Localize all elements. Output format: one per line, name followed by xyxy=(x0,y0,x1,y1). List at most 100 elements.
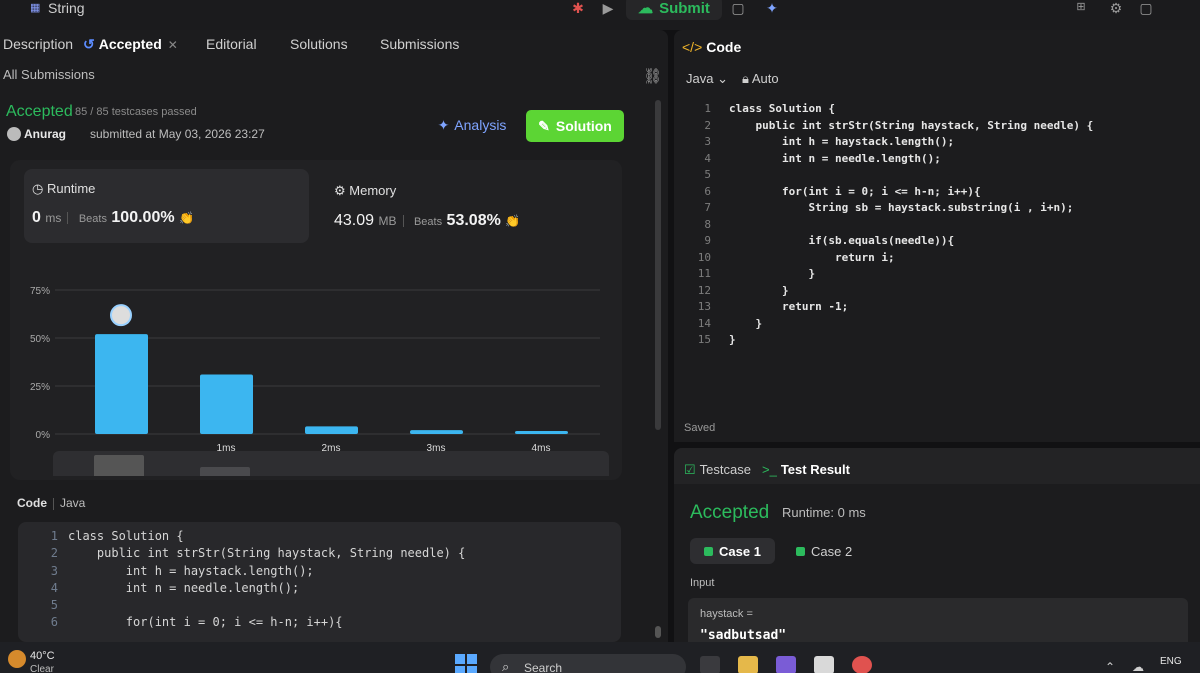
code-text: class Solution { xyxy=(729,102,835,115)
editor-line[interactable]: 14 } xyxy=(674,317,1200,334)
ai-sparkle-icon[interactable]: ✦ xyxy=(761,0,783,18)
submit-button[interactable]: ☁ Submit xyxy=(626,0,722,20)
input-var-value[interactable]: "sadbutsad" xyxy=(700,628,786,642)
language-select[interactable]: Java ⌄ xyxy=(686,71,728,87)
line-number: 6 xyxy=(704,184,711,198)
submitter-name[interactable]: Anurag xyxy=(24,127,66,141)
chrome-icon[interactable] xyxy=(852,656,872,673)
code-text: for(int i = 0; i <= h-n; i++){ xyxy=(68,615,343,630)
memory-card[interactable]: ⚙ Memory 43.09 MB Beats 53.08% 👏 xyxy=(320,169,610,243)
line-number: 10 xyxy=(697,250,711,264)
mini-chart-bar xyxy=(200,467,250,476)
code-line: 4 int n = needle.length(); xyxy=(18,581,621,598)
language-indicator[interactable]: ENG xyxy=(1160,656,1182,667)
input-box: haystack = "sadbutsad" xyxy=(688,598,1188,642)
line-number: 1 xyxy=(50,529,58,543)
weather-icon[interactable] xyxy=(8,650,26,668)
chart-bar[interactable] xyxy=(95,334,148,434)
profile-icon[interactable]: ▢ xyxy=(1135,0,1157,18)
all-submissions-link[interactable]: All Submissions xyxy=(3,67,95,82)
code-editor[interactable]: 1 class Solution { 2 public int strStr(Str… xyxy=(674,102,1200,362)
divider xyxy=(53,497,54,510)
grid-icon[interactable]: ▦ xyxy=(30,1,40,14)
editor-line[interactable]: 10 return i; xyxy=(674,251,1200,268)
windows-start-icon[interactable] xyxy=(455,654,477,673)
chart-bar[interactable] xyxy=(305,426,358,434)
runtime-label-text: Runtime xyxy=(46,181,96,196)
tab-test-result[interactable]: >_ Test Result xyxy=(762,462,850,477)
editor-line[interactable]: 9 if(sb.equals(needle)){ xyxy=(674,234,1200,251)
notes-icon[interactable]: ▢ xyxy=(727,0,749,18)
task-view-icon[interactable] xyxy=(700,656,720,673)
tab-description[interactable]: Description xyxy=(3,36,73,52)
tab-editorial[interactable]: Editorial xyxy=(206,36,257,52)
editor-line[interactable]: 12 } xyxy=(674,284,1200,301)
scrollbar[interactable] xyxy=(655,100,661,430)
line-number: 1 xyxy=(704,102,711,115)
solution-label: Solution xyxy=(555,118,612,134)
line-number: 4 xyxy=(50,580,58,595)
line-number: 13 xyxy=(697,300,711,313)
file-explorer-icon[interactable] xyxy=(738,656,758,673)
runtime-value: 0 xyxy=(32,209,41,226)
close-icon[interactable]: ✕ xyxy=(168,38,178,52)
submitted-time: submitted at May 03, 2026 23:27 xyxy=(90,127,265,141)
editor-line[interactable]: 11 } xyxy=(674,267,1200,284)
editor-line[interactable]: 5 xyxy=(674,168,1200,185)
code-text: for(int i = 0; i <= h-n; i++){ xyxy=(729,184,981,198)
chart-bar[interactable] xyxy=(515,431,568,434)
editor-line[interactable]: 8 xyxy=(674,218,1200,235)
avatar[interactable] xyxy=(7,127,21,141)
memory-value: 43.09 xyxy=(334,212,375,229)
code-line: 6 for(int i = 0; i <= h-n; i++){ xyxy=(18,615,621,632)
tab-solutions[interactable]: Solutions xyxy=(290,36,348,52)
memory-value-row: 43.09 MB Beats 53.08% 👏 xyxy=(334,212,520,230)
editor-line[interactable]: 4 int n = needle.length(); xyxy=(674,152,1200,169)
terminal-icon: >_ xyxy=(762,462,777,477)
copilot-icon[interactable] xyxy=(776,656,796,673)
clock-icon: ◷ xyxy=(32,181,47,196)
runtime-distribution-chart[interactable]: 0%25%50%75%1ms2ms3ms4ms1ms2ms3ms4ms xyxy=(10,246,622,476)
cloud-upload-icon: ☁ xyxy=(638,0,654,17)
chart-bar[interactable] xyxy=(410,430,463,434)
editor-line[interactable]: 1 class Solution { xyxy=(674,102,1200,119)
editor-line[interactable]: 15} xyxy=(674,333,1200,350)
saved-status: Saved xyxy=(684,422,716,434)
result-runtime: Runtime: 0 ms xyxy=(782,505,866,520)
history-icon: ↺ xyxy=(83,36,95,52)
case-1-button[interactable]: Case 1 xyxy=(690,538,775,564)
line-number: 5 xyxy=(50,598,58,613)
tab-bar: Description ↺ Accepted ✕ Editorial Solutio… xyxy=(0,30,668,60)
editor-line[interactable]: 7 String sb = haystack.substring(i , i+n… xyxy=(674,201,1200,218)
tab-testcase[interactable]: ☑ Testcase xyxy=(684,462,751,478)
code-line: 5 xyxy=(18,598,621,615)
store-icon[interactable] xyxy=(814,656,834,673)
submitted-code-block: 1 class Solution {2 public int strStr(Str… xyxy=(18,522,621,642)
case-2-button[interactable]: Case 2 xyxy=(782,538,866,564)
taskbar-search[interactable]: ⌕ Search xyxy=(490,654,686,673)
tab-accepted[interactable]: ↺ Accepted ✕ xyxy=(83,36,178,53)
link-icon[interactable]: ⛓ xyxy=(643,67,662,85)
analysis-button[interactable]: ✦ Analysis xyxy=(428,110,516,140)
editor-line[interactable]: 13 return -1; xyxy=(674,300,1200,317)
solution-button[interactable]: ✎ Solution xyxy=(526,110,624,142)
tab-submissions[interactable]: Submissions xyxy=(380,36,459,52)
chart-bar[interactable] xyxy=(200,374,253,434)
layout-icon[interactable]: ⊞ xyxy=(1070,0,1092,18)
scrollbar-thumb[interactable] xyxy=(655,626,661,638)
chevron-up-icon[interactable]: ⌃ xyxy=(1105,660,1115,673)
settings-icon[interactable]: ⚙ xyxy=(1105,0,1127,18)
editor-line[interactable]: 3 int h = haystack.length(); xyxy=(674,135,1200,152)
problem-title[interactable]: String xyxy=(48,0,85,16)
temperature[interactable]: 40°C xyxy=(30,650,55,662)
weather-condition[interactable]: Clear xyxy=(30,664,54,673)
run-icon[interactable]: ▶ xyxy=(597,0,619,18)
cloud-icon[interactable]: ☁ xyxy=(1132,660,1144,673)
code-text: return i; xyxy=(729,250,895,264)
editor-line[interactable]: 6 for(int i = 0; i <= h-n; i++){ xyxy=(674,185,1200,202)
auto-mode-toggle[interactable]: 🔒︎ Auto xyxy=(742,71,779,87)
editor-line[interactable]: 2 public int strStr(String haystack, Str… xyxy=(674,119,1200,136)
line-number: 3 xyxy=(50,563,58,578)
debug-icon[interactable]: ✱ xyxy=(567,0,589,18)
runtime-card[interactable]: ◷ Runtime 0 ms Beats 100.00% 👏 xyxy=(24,169,309,243)
